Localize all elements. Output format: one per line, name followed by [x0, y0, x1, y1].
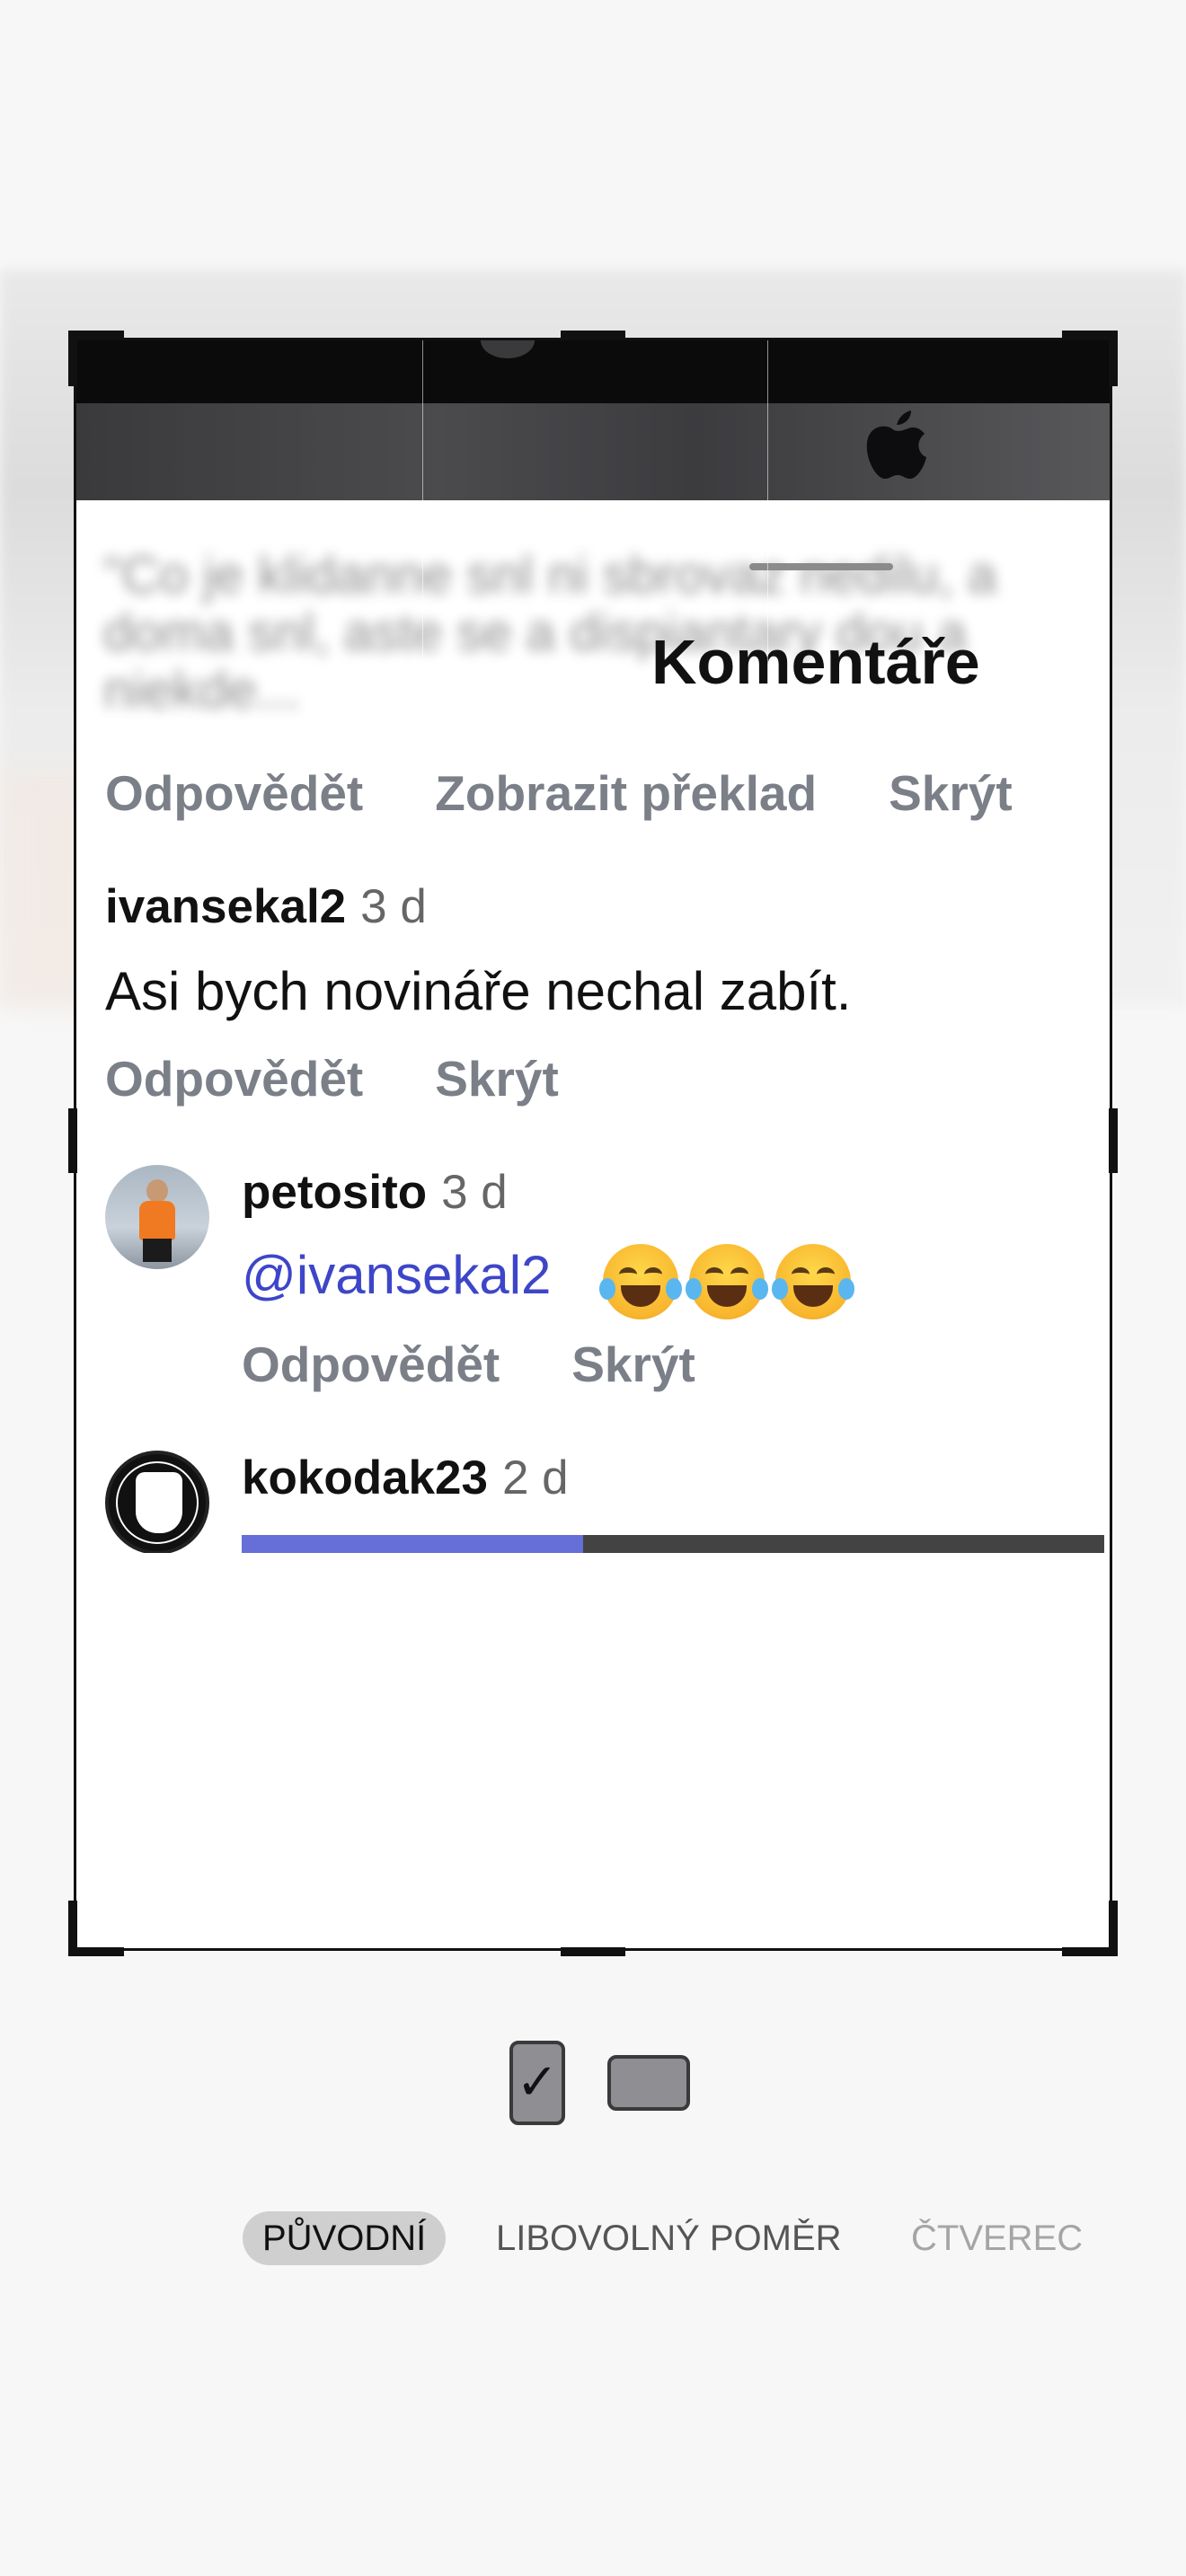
landscape-orientation-button[interactable] — [607, 2055, 690, 2111]
laughing-emoji-icon — [686, 1244, 768, 1319]
comment-author[interactable]: petosito 3 d — [242, 1165, 508, 1220]
comment-text: Asi bych novináře nechal zabít. — [105, 961, 852, 1021]
avatar[interactable] — [105, 1451, 209, 1555]
apple-logo-icon — [866, 410, 926, 479]
comments-title: Komentáře — [651, 627, 980, 697]
crop-handle-bottom-left[interactable] — [68, 1947, 124, 1956]
comment-author[interactable]: ivansekal2 3 d — [105, 879, 427, 934]
cropped-photo-strip — [76, 340, 1110, 500]
avatar-figure-head — [146, 1179, 168, 1203]
hand-icon — [136, 1472, 182, 1533]
crop-handle-left[interactable] — [68, 1108, 77, 1173]
avatar-figure-body — [139, 1201, 175, 1240]
reply-button[interactable]: Odpovědět — [105, 1051, 363, 1107]
username[interactable]: kokodak23 — [242, 1451, 488, 1504]
comment-author[interactable]: kokodak23 2 d — [242, 1451, 569, 1505]
crop-handle-right[interactable] — [1109, 1108, 1118, 1173]
crop-handle-top-left[interactable] — [68, 331, 77, 386]
crop-grid-line — [422, 340, 423, 700]
empty-sheet-area — [76, 1553, 1110, 1948]
ratio-square[interactable]: ČTVEREC — [911, 2211, 1083, 2265]
hide-button[interactable]: Skrýt — [571, 1337, 695, 1392]
portrait-orientation-button[interactable]: ✓ — [509, 2041, 565, 2125]
crop-handle-top[interactable] — [561, 331, 625, 340]
mention-link[interactable]: @ivansekal2 — [242, 1245, 551, 1305]
checkmark-icon: ✓ — [516, 2053, 559, 2110]
laughing-emoji-icon — [599, 1244, 682, 1319]
crop-handle-bottom-right[interactable] — [1062, 1947, 1118, 1956]
ratio-freeform[interactable]: LIBOVOLNÝ POMĚR — [496, 2211, 842, 2265]
photo-content — [76, 403, 1110, 500]
avatar-figure-legs — [143, 1239, 172, 1262]
truncated-comment-text — [242, 1535, 1104, 1553]
ratio-original[interactable]: PŮVODNÍ — [243, 2211, 447, 2265]
username[interactable]: ivansekal2 — [105, 880, 346, 933]
comment-actions: Odpovědět Skrýt — [105, 1050, 631, 1107]
comment-time: 3 d — [441, 1166, 508, 1219]
comment-actions: Odpovědět Skrýt — [242, 1336, 767, 1393]
crop-area[interactable]: "Co je klidanne snl ni sbrovaz nedilu, a… — [74, 338, 1112, 1951]
sheet-drag-handle[interactable] — [749, 563, 893, 570]
comment-text: @ivansekal2 — [242, 1244, 551, 1306]
comment-actions: Odpovědět Zobrazit překlad Skrýt — [105, 764, 1084, 822]
photo-shape — [481, 340, 535, 358]
laughing-emoji-icon — [772, 1244, 854, 1319]
comment-time: 2 d — [501, 1451, 569, 1504]
hide-button[interactable]: Skrýt — [435, 1051, 559, 1107]
emoji-group: 😂😂😂 — [599, 1244, 863, 1325]
hide-button[interactable]: Skrýt — [889, 765, 1013, 821]
reply-button[interactable]: Odpovědět — [242, 1337, 500, 1392]
crop-handle-top-right[interactable] — [1109, 331, 1118, 386]
comment-time: 3 d — [360, 880, 427, 933]
username[interactable]: petosito — [242, 1166, 427, 1219]
crop-handle-bottom[interactable] — [561, 1947, 625, 1956]
avatar[interactable] — [105, 1165, 209, 1269]
show-translation-button[interactable]: Zobrazit překlad — [435, 765, 817, 821]
crop-grid-line — [767, 340, 768, 700]
reply-button[interactable]: Odpovědět — [105, 765, 363, 821]
